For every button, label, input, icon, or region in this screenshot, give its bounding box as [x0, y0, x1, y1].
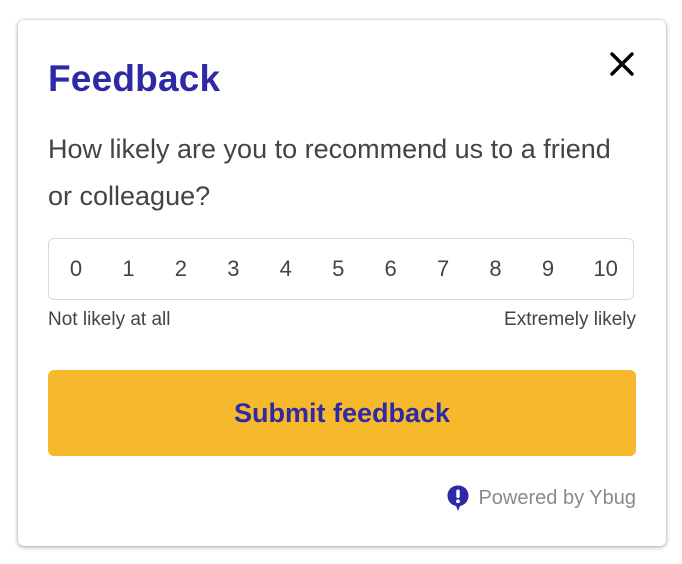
scale-label-low: Not likely at all	[48, 309, 171, 330]
scale-option-0[interactable]: 0	[69, 256, 83, 282]
dialog-title: Feedback	[48, 58, 221, 99]
close-button[interactable]	[604, 46, 640, 82]
powered-by-text: Powered by Ybug	[478, 486, 636, 509]
ybug-logo-icon	[447, 485, 469, 511]
scale-option-5[interactable]: 5	[331, 256, 345, 282]
powered-by-link[interactable]: Powered by Ybug	[446, 484, 636, 512]
feedback-dialog: Feedback How likely are you to recommend…	[18, 20, 666, 546]
scale-label-high: Extremely likely	[504, 309, 636, 330]
scale-option-7[interactable]: 7	[436, 256, 450, 282]
submit-feedback-button[interactable]: Submit feedback	[48, 370, 636, 456]
scale-option-4[interactable]: 4	[279, 256, 293, 282]
scale-option-6[interactable]: 6	[384, 256, 398, 282]
scale-option-2[interactable]: 2	[174, 256, 188, 282]
scale-option-3[interactable]: 3	[226, 256, 240, 282]
scale-option-1[interactable]: 1	[121, 256, 135, 282]
close-icon	[610, 52, 634, 76]
scale-option-10[interactable]: 10	[593, 256, 617, 282]
scale-labels: Not likely at all Extremely likely	[48, 309, 636, 331]
nps-scale: 0 1 2 3 4 5 6 7 8 9 10	[48, 238, 634, 300]
question-text: How likely are you to recommend us to a …	[48, 134, 611, 211]
scale-option-8[interactable]: 8	[489, 256, 503, 282]
scale-option-9[interactable]: 9	[541, 256, 555, 282]
